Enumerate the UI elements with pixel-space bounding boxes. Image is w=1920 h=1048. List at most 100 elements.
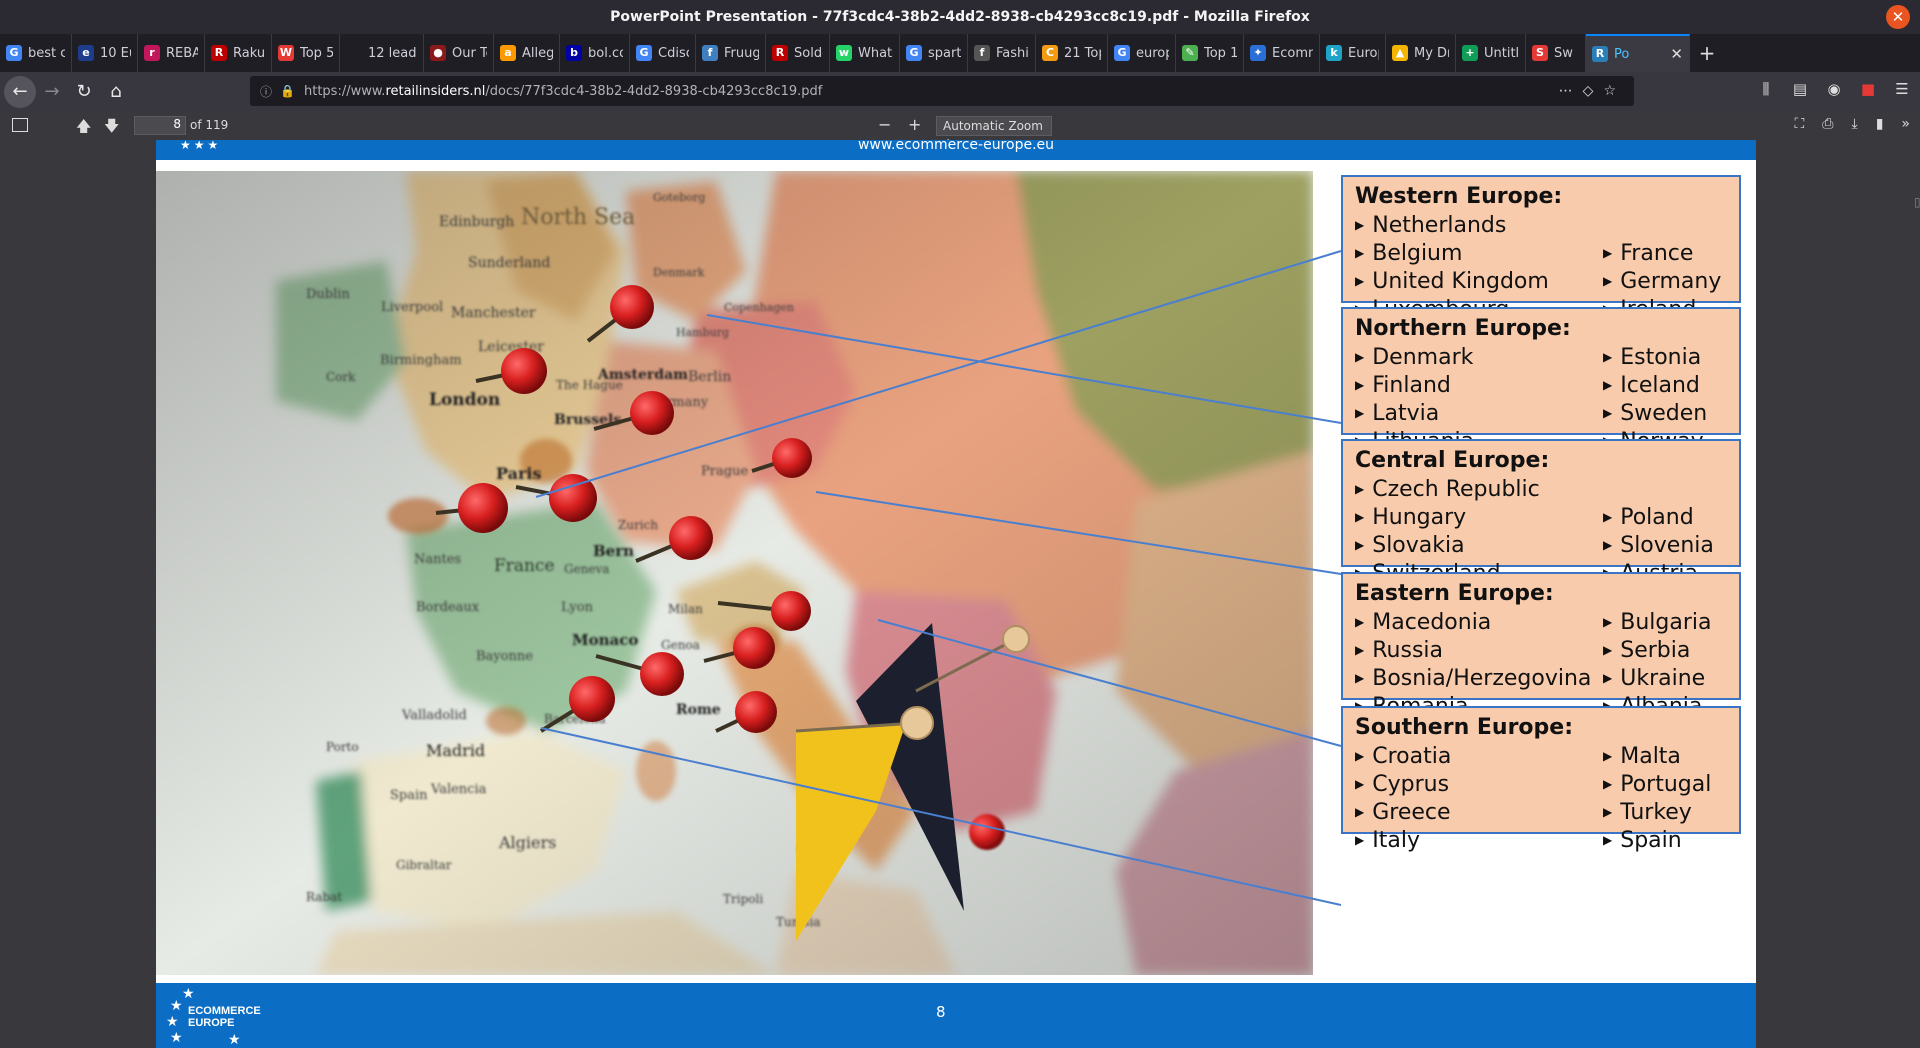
e-icon: e <box>78 45 94 61</box>
print-icon[interactable]: ⎙ <box>1822 116 1833 132</box>
bullet-triangle-icon: ▶ <box>1355 482 1365 496</box>
bullet-triangle-icon: ▶ <box>1603 805 1613 819</box>
tab-5[interactable]: W Top 5 <box>272 34 340 72</box>
url-bar[interactable]: ⓘ 🔒 https://www.retailinsiders.nl/docs/7… <box>250 76 1634 106</box>
pocket-icon[interactable]: ◇ <box>1583 83 1604 99</box>
google-icon: G <box>6 45 22 61</box>
country-name: France <box>1620 241 1694 266</box>
tab-24[interactable]: R Po ✕ <box>1586 34 1690 72</box>
sidebar-toggle-icon[interactable] <box>12 118 28 132</box>
bullet-triangle-icon: ▶ <box>1603 671 1613 685</box>
country-item: ▶ France <box>1603 239 1693 268</box>
zoom-value: Automatic Zoom <box>943 119 1043 133</box>
bullet-triangle-icon: ▶ <box>1355 378 1365 392</box>
account-icon[interactable]: ◉ <box>1822 80 1846 98</box>
region-title: Northern Europe: <box>1355 316 1571 341</box>
connector-eastern <box>877 619 1342 747</box>
country-name: Malta <box>1620 744 1681 769</box>
menu-icon[interactable]: ☰ <box>1890 80 1914 98</box>
previous-page-icon[interactable]: 🡅 <box>76 116 91 141</box>
logo-star-icon: ★ <box>170 1030 183 1046</box>
zoom-select[interactable]: Automatic Zoom ⬍ <box>936 116 1052 151</box>
tab-18[interactable]: ✎ Top 12 <box>1176 34 1244 72</box>
tab-label: Sw <box>1554 45 1573 61</box>
tab-3[interactable]: r REBAI <box>138 34 205 72</box>
extension-icon[interactable]: ■ <box>1856 80 1880 98</box>
url-host: retailinsiders.nl <box>385 83 486 99</box>
ecommerce-icon: ✦ <box>1250 45 1266 61</box>
tab-15[interactable]: f Fashic <box>968 34 1036 72</box>
tab-19[interactable]: ✦ Ecomm <box>1244 34 1320 72</box>
bullet-triangle-icon: ▶ <box>1603 246 1613 260</box>
country-name: Sweden <box>1620 401 1708 426</box>
zoom-out-icon[interactable]: − <box>878 115 891 134</box>
zoom-in-icon[interactable]: + <box>908 115 921 134</box>
slide-page-number: 8 <box>936 1003 946 1021</box>
tab-17[interactable]: Geurop <box>1108 34 1176 72</box>
tab-8[interactable]: a Allegr <box>494 34 560 72</box>
library-icon[interactable]: ⫼ <box>1754 80 1778 98</box>
page-number-input[interactable]: 8 <box>134 116 186 135</box>
country-item: ▶ Netherlands <box>1355 211 1506 240</box>
bullet-triangle-icon: ▶ <box>1603 350 1613 364</box>
tab-10[interactable]: G Cdisco <box>630 34 696 72</box>
window-titlebar: PowerPoint Presentation - 77f3cdc4-38b2-… <box>0 0 1920 34</box>
tab-label: Rakut <box>233 45 265 61</box>
new-tab-button[interactable]: + <box>1690 34 1724 72</box>
pdf-viewer[interactable]: ▯ ★★★ www.ecommerce-europe.eu North Sea … <box>0 140 1920 1048</box>
bookmark-icon[interactable]: ▮ <box>1876 116 1884 132</box>
blank-icon <box>346 45 362 61</box>
pdf-toolbar-right: ⛶ ⎙ ⤓ ▮ » <box>1794 116 1910 132</box>
region-title: Eastern Europe: <box>1355 581 1554 606</box>
tab-23[interactable]: S Sw <box>1526 34 1586 72</box>
close-tab-icon[interactable]: ✕ <box>1670 45 1683 63</box>
tab-22[interactable]: + Untitl <box>1456 34 1526 72</box>
tab-14[interactable]: Gsparte <box>900 34 968 72</box>
fruugo-icon: f <box>702 45 718 61</box>
connector-northern <box>706 314 1342 424</box>
country-name: Czech Republic <box>1372 477 1540 502</box>
tab-16[interactable]: C 21 Top <box>1036 34 1108 72</box>
tab-9[interactable]: b bol.co <box>560 34 630 72</box>
country-name: Denmark <box>1372 345 1474 370</box>
tab-20[interactable]: k Europ <box>1320 34 1386 72</box>
tab-13[interactable]: w Whats <box>830 34 900 72</box>
toolbar-right: ⫼ ▤ ◉ ■ ☰ <box>1754 80 1914 98</box>
next-page-icon[interactable]: 🡇 <box>104 116 119 141</box>
tab-6[interactable]: 12 leading <box>340 34 424 72</box>
country-name: Hungary <box>1372 505 1467 530</box>
reader-view-icon[interactable]: ▤ <box>1788 80 1812 98</box>
forward-button[interactable]: → <box>36 76 68 108</box>
bullet-triangle-icon: ▶ <box>1355 777 1365 791</box>
url-text[interactable]: https://www.retailinsiders.nl/docs/77f3c… <box>304 84 822 99</box>
tab-2[interactable]: e 10 Eur <box>72 34 138 72</box>
tab-label: 10 Eur <box>100 45 131 61</box>
back-button[interactable]: ← <box>4 76 36 108</box>
reload-button[interactable]: ↻ <box>68 76 100 108</box>
window-close-button[interactable]: ✕ <box>1886 5 1910 29</box>
r-icon: R <box>772 45 788 61</box>
tab-4[interactable]: R Rakut <box>205 34 272 72</box>
bullet-triangle-icon: ▶ <box>1355 643 1365 657</box>
country-item: ▶ Belgium <box>1355 239 1462 268</box>
tab-12[interactable]: R Soldes <box>766 34 830 72</box>
info-icon[interactable]: ⓘ <box>260 83 276 100</box>
tab-11[interactable]: f Fruug <box>696 34 766 72</box>
url-prefix: https://www. <box>304 83 386 99</box>
bullet-triangle-icon: ▶ <box>1355 805 1365 819</box>
country-name: Iceland <box>1620 373 1700 398</box>
bullet-triangle-icon: ▶ <box>1355 538 1365 552</box>
tools-icon[interactable]: » <box>1901 116 1910 132</box>
logo-star-icon: ★ <box>170 998 183 1014</box>
bullet-triangle-icon: ▶ <box>1355 615 1365 629</box>
home-button[interactable]: ⌂ <box>100 76 132 108</box>
tab-1[interactable]: Gbest c <box>0 34 72 72</box>
download-icon[interactable]: ⤓ <box>1852 116 1858 132</box>
tab-7[interactable]: ● Our Te <box>424 34 494 72</box>
country-item: ▶ Greece <box>1355 798 1451 827</box>
page-actions-icon[interactable]: ⋯ <box>1559 83 1583 99</box>
bookmark-star-icon[interactable]: ☆ <box>1603 83 1626 99</box>
presentation-mode-icon[interactable]: ⛶ <box>1794 116 1804 132</box>
tab-21[interactable]: ▲ My Dr <box>1386 34 1456 72</box>
window-title: PowerPoint Presentation - 77f3cdc4-38b2-… <box>610 9 1310 25</box>
